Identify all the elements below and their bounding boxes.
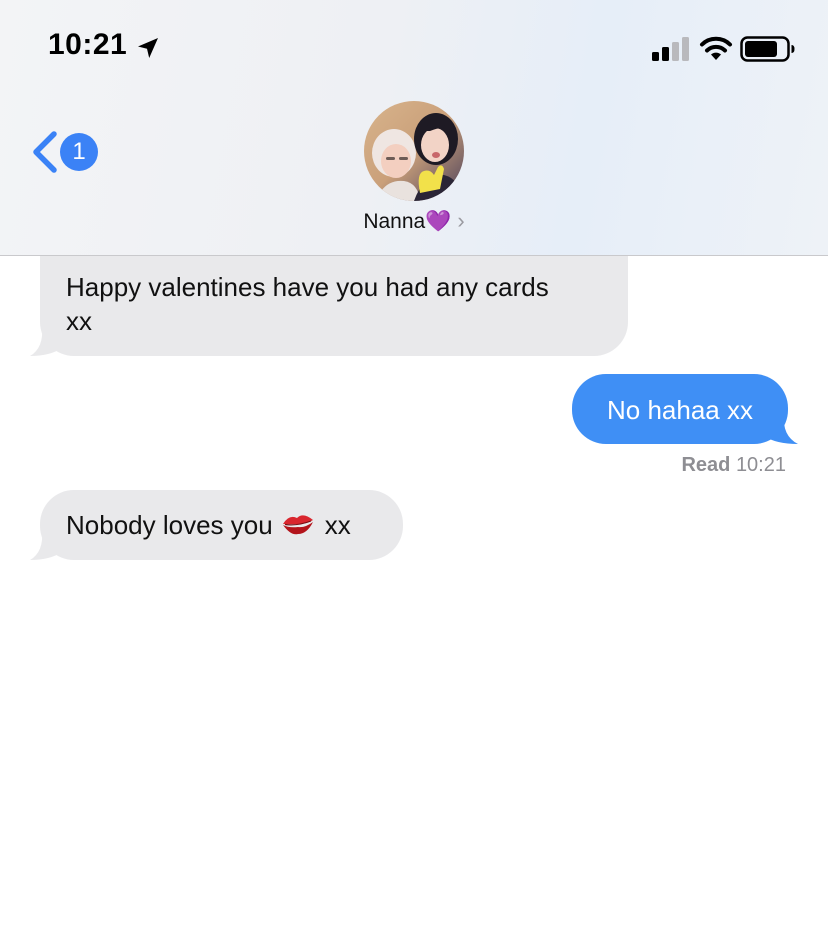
messages-screen: 10:21 1 Nanna💜 › Happy valentines have y… — [0, 0, 828, 949]
chevron-left-icon — [33, 131, 57, 173]
location-arrow-icon — [138, 38, 158, 58]
contact-name: Nanna💜 — [363, 210, 452, 233]
message-text: Nobody loves you — [66, 510, 273, 540]
incoming-message-bubble[interactable]: Nobody loves you xx — [40, 490, 403, 560]
conversation-header: 10:21 1 Nanna💜 › — [0, 0, 828, 256]
contact-name-button[interactable]: Nanna💜 › — [0, 208, 828, 234]
read-receipt-time: 10:21 — [735, 454, 786, 476]
contact-avatar[interactable] — [364, 101, 464, 201]
read-receipt: Read 10:21 — [681, 454, 786, 477]
kiss-mark-icon — [282, 515, 313, 535]
back-button[interactable]: 1 — [30, 128, 102, 178]
wifi-icon — [700, 36, 732, 60]
outgoing-bubble-tail — [764, 414, 798, 444]
outgoing-message-bubble[interactable]: No hahaa xx — [572, 374, 788, 444]
incoming-bubble-tail — [30, 530, 62, 560]
battery-icon — [740, 36, 795, 62]
unread-count-badge: 1 — [60, 133, 98, 171]
incoming-message-bubble[interactable]: Happy valentines have you had any cards … — [40, 256, 628, 356]
read-receipt-label: Read — [681, 454, 731, 476]
message-text-suffix: xx — [324, 510, 351, 540]
message-text: Happy valentines have you had any cards … — [66, 272, 549, 336]
avatar-photo — [364, 101, 464, 201]
message-text: No hahaa xx — [607, 395, 753, 425]
incoming-bubble-tail — [30, 326, 62, 356]
chevron-right-icon: › — [457, 208, 465, 233]
cellular-signal-icon — [652, 37, 689, 61]
status-time: 10:21 — [48, 28, 128, 61]
